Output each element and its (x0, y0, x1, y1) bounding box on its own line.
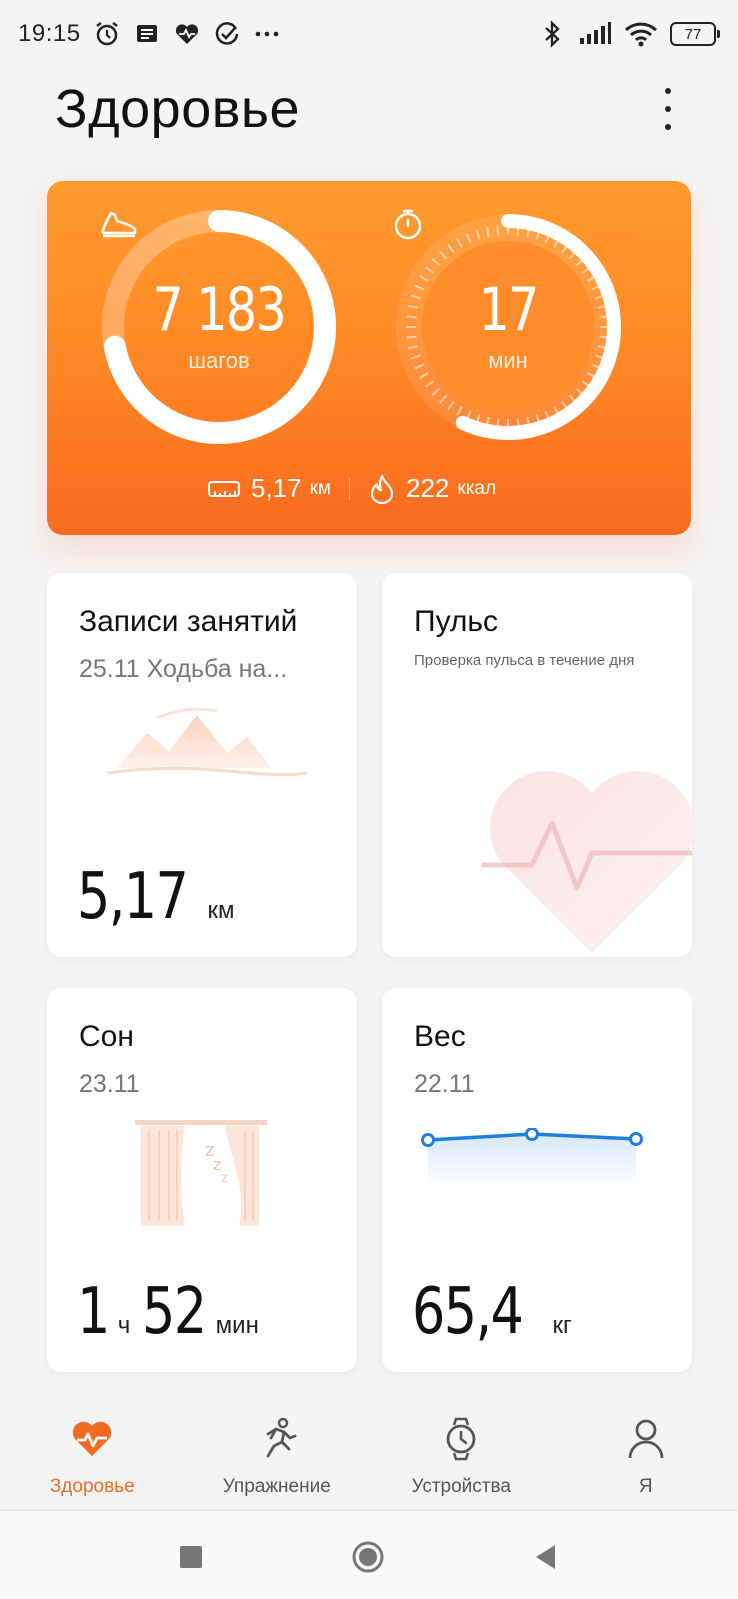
minutes-ring[interactable]: 17 мин (388, 207, 628, 447)
workouts-distance-unit: км (207, 897, 235, 924)
status-left: 19:15 (18, 20, 281, 48)
weight-unit: кг (552, 1312, 572, 1339)
status-right: 77 (538, 20, 720, 48)
shoe-icon (101, 211, 137, 238)
nav-item-health[interactable]: Здоровье (0, 1398, 185, 1510)
sleep-hours-unit: ч (117, 1312, 131, 1339)
recents-square-icon[interactable] (175, 1541, 207, 1573)
home-circle-icon[interactable] (352, 1541, 384, 1573)
workouts-value-row: 5,17 км (77, 865, 235, 929)
nav-label-exercise: Упражнение (222, 1476, 331, 1497)
nav-item-me[interactable]: Я (554, 1398, 738, 1510)
health-icon (173, 20, 201, 48)
mountains-illustration (107, 707, 307, 777)
page-title: Здоровье (55, 79, 301, 139)
message-icon (133, 20, 161, 48)
back-triangle-icon[interactable] (530, 1541, 562, 1573)
workouts-tile[interactable]: Записи занятий 25.11 Ходьба на... 5,17 к… (47, 573, 357, 957)
pulse-subtitle: Проверка пульса в течение дня (414, 652, 635, 669)
weight-value-row: 65,4 кг (412, 1280, 572, 1344)
workouts-distance-value: 5,17 (77, 860, 189, 934)
activity-summary-card[interactable]: 7 183 шагов 17 мин 5,17 км 222 ккал (47, 181, 691, 535)
battery-icon: 77 (670, 22, 720, 46)
weight-trend-chart (421, 1128, 643, 1188)
steps-ring[interactable]: 7 183 шагов (99, 207, 339, 447)
sleep-title: Сон (79, 1020, 134, 1053)
bluetooth-icon (538, 20, 566, 48)
stats-divider (348, 477, 350, 500)
alarm-icon (93, 20, 121, 48)
ruler-icon (208, 480, 240, 497)
heart-illustration (482, 771, 692, 953)
status-time: 19:15 (18, 20, 81, 47)
distance-unit: км (309, 477, 331, 499)
more-dots-icon (253, 20, 281, 48)
steps-value: 7 183 (152, 275, 287, 345)
system-navigation-bar (0, 1511, 738, 1599)
stopwatch-icon (394, 209, 422, 240)
weight-value: 65,4 (412, 1275, 524, 1349)
more-options-button[interactable] (648, 86, 688, 132)
weight-tile[interactable]: Вес 22.11 65,4 кг (382, 988, 692, 1372)
nav-item-devices[interactable]: Устройства (369, 1398, 554, 1510)
workouts-title: Записи занятий (79, 605, 298, 638)
flame-icon (370, 474, 394, 504)
running-icon (266, 1417, 297, 1458)
sleep-date: 23.11 (79, 1070, 140, 1098)
workouts-subtitle: 25.11 Ходьба на... (79, 655, 288, 683)
heart-pulse-icon (73, 1421, 112, 1456)
check-circle-icon (213, 20, 241, 48)
bottom-navigation: Здоровье Упражнение Устройства Я (0, 1398, 738, 1510)
calories-value: 222 (405, 473, 450, 503)
minutes-unit: мин (488, 348, 528, 373)
distance-value: 5,17 (251, 473, 302, 503)
steps-unit: шагов (188, 348, 250, 373)
nav-label-devices: Устройства (411, 1476, 511, 1497)
weight-date: 22.11 (414, 1070, 475, 1098)
nav-label-me: Я (638, 1476, 653, 1497)
curtains-illustration: z z z (135, 1120, 267, 1226)
sleep-minutes-value: 52 (142, 1275, 207, 1349)
svg-text:z: z (221, 1171, 228, 1186)
minutes-value: 17 (478, 275, 539, 345)
signal-icon (578, 20, 612, 48)
nav-item-exercise[interactable]: Упражнение (185, 1398, 370, 1510)
activity-stats: 5,17 км 222 ккал (207, 473, 496, 504)
weight-title: Вес (414, 1020, 466, 1053)
wifi-icon (624, 20, 658, 48)
user-icon (628, 1419, 664, 1459)
watch-icon (446, 1417, 476, 1461)
calories-unit: ккал (457, 477, 497, 499)
pulse-tile[interactable]: Пульс Проверка пульса в течение дня (382, 573, 692, 957)
sleep-minutes-unit: мин (215, 1312, 259, 1339)
sleep-hours-value: 1 (77, 1275, 110, 1349)
status-bar: 19:15 77 (0, 0, 738, 68)
pulse-title: Пульс (414, 605, 499, 638)
sleep-tile[interactable]: Сон 23.11 z z z 1 ч 52 мин (47, 988, 357, 1372)
nav-label-health: Здоровье (49, 1476, 135, 1497)
sleep-value-row: 1 ч 52 мин (77, 1280, 259, 1344)
